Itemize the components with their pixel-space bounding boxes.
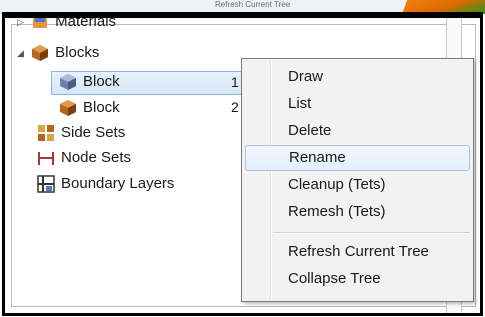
screenshot-frame: ▷ Materials ◢ Blocks Block Block Side Se… <box>2 12 483 316</box>
tree-item-label: Node Sets <box>61 149 132 167</box>
block-mesh-icon <box>59 73 77 91</box>
menu-item-cleanup-tets[interactable]: Cleanup (Tets) <box>245 172 470 198</box>
block-id-value: 2 <box>231 99 239 115</box>
menu-item-collapse-tree[interactable]: Collapse Tree <box>245 266 470 292</box>
tree-item-label: Blocks <box>55 44 100 62</box>
blocks-icon <box>31 44 49 62</box>
tree-item-label: Materials <box>55 13 117 31</box>
tree-item-label: Boundary Layers <box>61 175 175 193</box>
menu-item-rename[interactable]: Rename <box>245 145 470 171</box>
block-id-value: 1 <box>231 74 239 90</box>
menu-separator <box>273 232 470 234</box>
tree-item-label: Side Sets <box>61 124 126 142</box>
tree-item-block-1[interactable]: Block <box>59 70 120 94</box>
materials-icon <box>31 18 49 31</box>
ghost-menu-label: Refresh Current Tree <box>215 0 291 9</box>
menu-item-list[interactable]: List <box>245 91 470 117</box>
context-menu: Draw List Delete Rename Cleanup (Tets) R… <box>241 58 474 302</box>
tree-item-block-2[interactable]: Block <box>59 96 120 120</box>
collapse-arrow-icon[interactable]: ◢ <box>17 41 27 65</box>
side-sets-icon <box>37 124 55 142</box>
tree-item-boundary-layers[interactable]: Boundary Layers <box>37 172 174 196</box>
menu-item-refresh-current-tree[interactable]: Refresh Current Tree <box>245 239 470 265</box>
tree-item-label: Block <box>83 99 120 117</box>
menu-item-draw[interactable]: Draw <box>245 64 470 90</box>
expand-arrow-icon[interactable]: ▷ <box>17 18 27 34</box>
tree-item-label: Block <box>83 73 120 91</box>
tree-item-materials[interactable]: ▷ Materials <box>17 13 117 34</box>
node-sets-icon <box>37 149 55 167</box>
boundary-layers-icon <box>37 175 55 193</box>
tree-item-node-sets[interactable]: Node Sets <box>37 146 131 170</box>
menu-item-delete[interactable]: Delete <box>245 118 470 144</box>
menu-item-remesh-tets[interactable]: Remesh (Tets) <box>245 199 470 225</box>
tree-item-side-sets[interactable]: Side Sets <box>37 121 125 145</box>
block-icon <box>59 99 77 117</box>
tree-item-blocks[interactable]: ◢ Blocks <box>17 41 99 65</box>
